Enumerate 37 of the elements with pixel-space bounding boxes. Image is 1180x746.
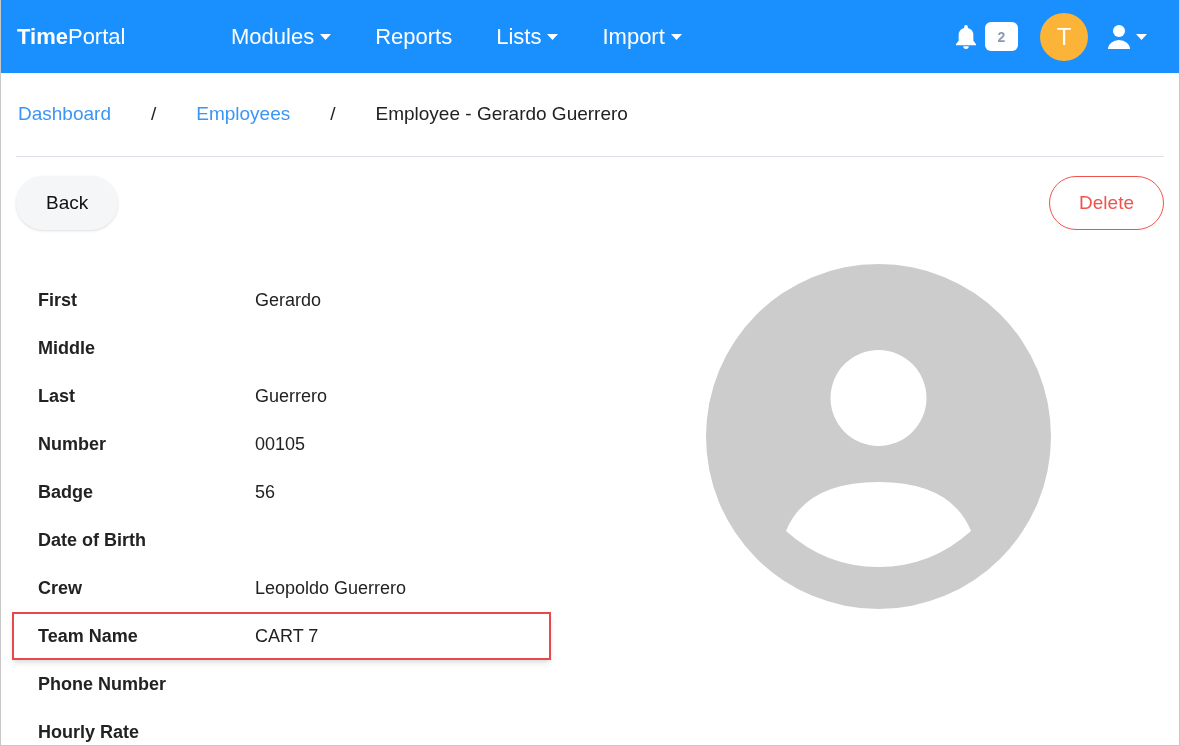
field-value: 56 [255,480,276,504]
field-label: Last [38,384,76,408]
person-icon [1108,24,1130,49]
user-avatar[interactable]: T [1040,12,1088,61]
caret-icon [670,33,682,40]
field-value: 00105 [255,432,306,456]
breadcrumb-separator: / [150,102,157,127]
field-label: Team Name [38,624,139,648]
breadcrumb-current: Employee - Gerardo Guerrero [375,102,628,127]
avatar-placeholder-icon [706,264,1051,609]
field-label: Date of Birth [38,528,147,552]
brand-logo[interactable]: TimePortal [17,20,231,53]
field-label: Middle [38,336,96,360]
breadcrumb-link[interactable]: Dashboard [18,100,111,129]
field-value: CART 7 [255,624,319,648]
breadcrumb-link[interactable]: Employees [196,100,291,129]
back-button[interactable]: Back [16,176,119,230]
field-value: Gerardo [255,288,322,312]
field-value: Guerrero [255,384,328,408]
field-label: Hourly Rate [38,720,141,744]
caret-icon [1136,33,1147,40]
caret-icon [547,33,559,40]
nav-menu-item[interactable]: Lists [496,20,559,53]
user-menu[interactable] [1108,24,1147,49]
nav-menu-item[interactable]: Import [602,20,682,53]
notification-count: 2 [985,22,1018,51]
field-label: Badge [38,480,94,504]
field-value: Leopoldo Guerrero [255,576,407,600]
field-label: Phone Number [38,672,167,696]
caret-icon [320,33,332,40]
bell-icon[interactable] [955,24,977,49]
nav-menu-item[interactable]: Modules [231,20,332,53]
field-label: First [38,288,78,312]
breadcrumb-separator: / [330,102,336,127]
field-label: Crew [38,576,83,600]
nav-menu-item[interactable]: Reports [375,20,453,53]
field-label: Number [38,432,107,456]
